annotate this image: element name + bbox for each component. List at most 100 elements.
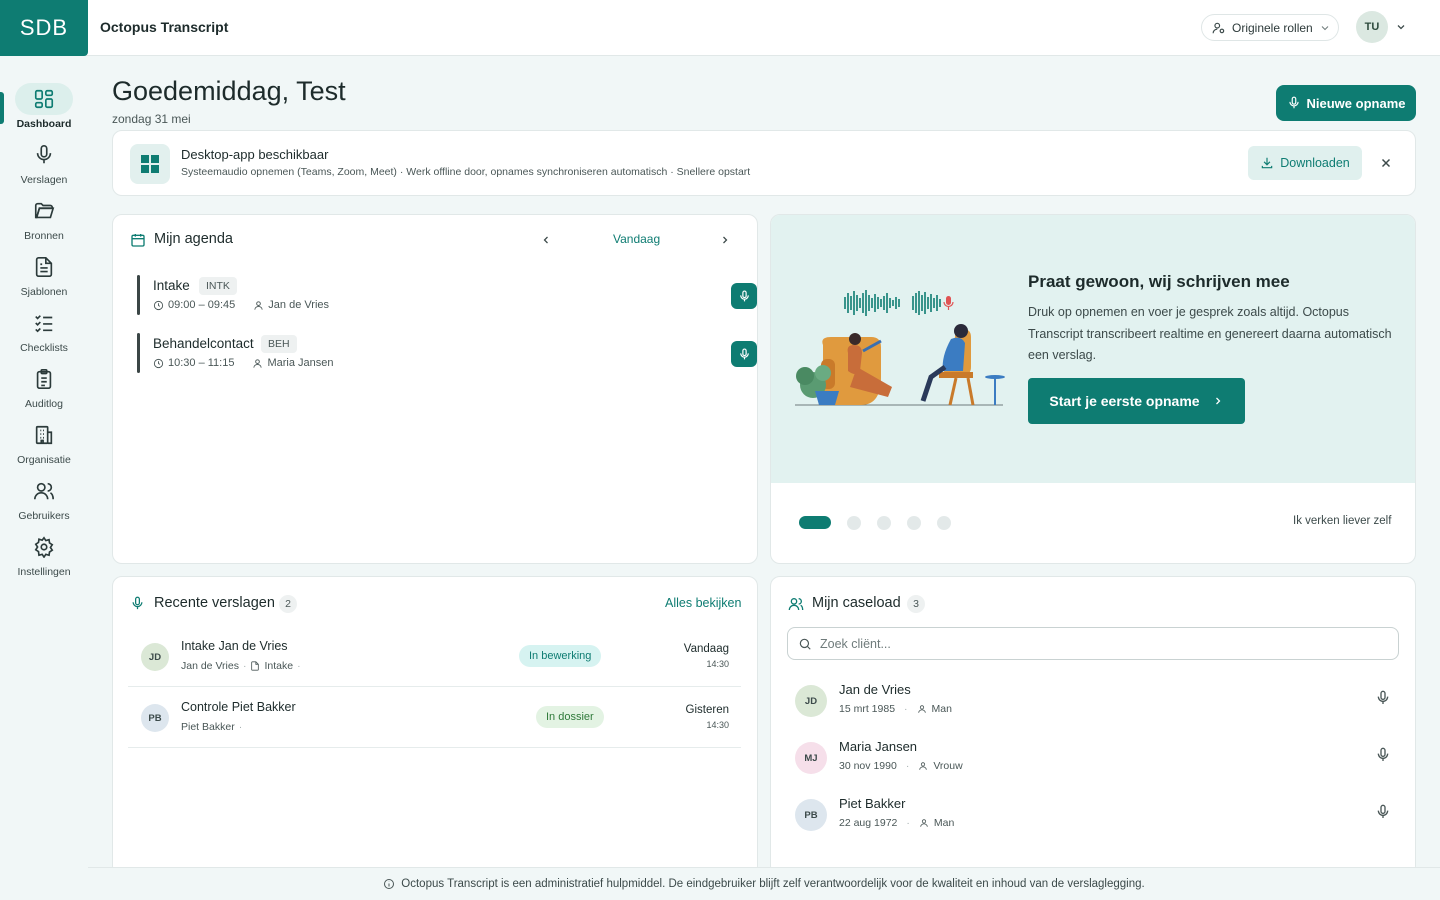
role-switcher-label: Originele rollen — [1232, 20, 1313, 35]
today-button[interactable]: Vandaag — [613, 232, 660, 246]
person-icon — [253, 358, 263, 368]
user-role-icon — [1212, 22, 1225, 33]
appointment-title: Behandelcontact — [153, 336, 254, 351]
sidebar-label: Gebruikers — [18, 510, 70, 522]
separator: · — [905, 760, 910, 772]
status-badge: In bewerking — [519, 645, 602, 667]
close-icon[interactable] — [1379, 156, 1393, 170]
appointment-client: Jan de Vries — [268, 299, 330, 311]
user-menu-chevron-icon[interactable] — [1395, 21, 1407, 33]
separator: · — [297, 660, 301, 672]
client-avatar: MJ — [795, 742, 827, 774]
client-name: Jan de Vries — [839, 682, 911, 697]
agenda-appointment[interactable]: Behandelcontact BEH 10:30 – 11:15 Maria … — [137, 333, 757, 375]
mic-icon[interactable] — [1375, 804, 1391, 820]
client-dob: 22 aug 1972 — [839, 817, 898, 829]
recent-reports-card: Recente verslagen 2 Alles bekijken JD In… — [112, 576, 758, 876]
download-label: Downloaden — [1280, 156, 1350, 170]
sidebar-item-verslagen[interactable]: Verslagen — [0, 139, 88, 195]
mic-icon — [15, 139, 73, 171]
user-avatar[interactable]: TU — [1356, 11, 1388, 43]
report-row[interactable]: PB Controle Piet Bakker Piet Bakker · In… — [128, 687, 741, 748]
mic-icon — [132, 596, 143, 610]
client-item[interactable]: JD Jan de Vries 15 mrt 1985 · Man — [795, 682, 1395, 726]
carousel-text: Druk op opnemen en voer je gesprek zoals… — [1028, 305, 1392, 362]
report-client: Piet Bakker — [181, 721, 235, 733]
start-first-recording-label: Start je eerste opname — [1049, 393, 1200, 409]
new-recording-button[interactable]: Nieuwe opname — [1276, 85, 1416, 121]
mic-icon[interactable] — [1375, 690, 1391, 706]
client-name: Maria Jansen — [839, 739, 918, 754]
sidebar: Dashboard Verslagen Bronnen Sjablonen Ch… — [0, 56, 88, 900]
carousel-dot[interactable] — [847, 516, 861, 530]
gear-icon — [15, 531, 73, 563]
logo[interactable]: SDB — [0, 0, 88, 56]
report-title: Controle Piet Bakker — [181, 700, 296, 714]
banner-description: Systeemaudio opnemen (Teams, Zoom, Meet)… — [181, 166, 751, 178]
client-search-input[interactable] — [820, 636, 1380, 651]
carousel-slide: Praat gewoon, wij schrijven mee Druk op … — [771, 215, 1415, 483]
mic-icon[interactable] — [1375, 747, 1391, 763]
recent-reports-title: Recente verslagen — [154, 595, 275, 611]
disclaimer-footer: Octopus Transcript is een administratief… — [88, 867, 1440, 900]
client-dob: 15 mrt 1985 — [839, 703, 896, 715]
sidebar-item-instellingen[interactable]: Instellingen — [0, 531, 88, 587]
user-initials: TU — [1364, 21, 1380, 33]
download-button[interactable]: Downloaden — [1248, 146, 1362, 180]
clipboard-icon — [15, 363, 73, 395]
separator: · — [238, 721, 243, 733]
carousel-dot-active[interactable] — [799, 516, 831, 529]
next-day-chevron-icon[interactable] — [719, 234, 731, 246]
role-switcher-button[interactable]: Originele rollen — [1201, 14, 1339, 41]
search-icon — [799, 638, 811, 650]
client-name: Piet Bakker — [839, 796, 906, 811]
sidebar-label: Organisatie — [17, 454, 71, 466]
checklist-icon — [15, 307, 73, 339]
appointment-client: Maria Jansen — [267, 357, 334, 369]
users-icon — [15, 475, 73, 507]
agenda-appointment[interactable]: Intake INTK 09:00 – 09:45 Jan de Vries — [137, 275, 757, 317]
chevron-right-icon — [1215, 397, 1220, 405]
caseload-card: Mijn caseload 3 JD Jan de Vries 15 mrt 1… — [770, 576, 1416, 876]
client-item[interactable]: PB Piet Bakker 22 aug 1972 · Man — [795, 796, 1395, 840]
agenda-title: Mijn agenda — [154, 231, 233, 247]
see-all-link[interactable]: Alles bekijken — [665, 596, 741, 610]
client-gender: Vrouw — [933, 760, 963, 772]
carousel-dot[interactable] — [907, 516, 921, 530]
client-meta: 15 mrt 1985 · Man — [839, 703, 952, 715]
sidebar-item-gebruikers[interactable]: Gebruikers — [0, 475, 88, 531]
record-appointment-button[interactable] — [731, 283, 757, 309]
windows-icon — [130, 144, 170, 184]
sidebar-item-sjablonen[interactable]: Sjablonen — [0, 251, 88, 307]
previous-day-chevron-icon[interactable] — [540, 234, 552, 246]
chevron-down-icon — [1321, 25, 1329, 30]
sidebar-item-organisatie[interactable]: Organisatie — [0, 419, 88, 475]
appointment-marker — [137, 275, 140, 315]
report-meta: Piet Bakker · — [181, 721, 242, 733]
sidebar-item-dashboard[interactable]: Dashboard — [0, 83, 88, 139]
caseload-title: Mijn caseload — [812, 595, 901, 611]
appointment-meta: 10:30 – 11:15 Maria Jansen — [153, 357, 334, 369]
appointment-meta: 09:00 – 09:45 Jan de Vries — [153, 299, 329, 311]
carousel-dot[interactable] — [937, 516, 951, 530]
sidebar-item-bronnen[interactable]: Bronnen — [0, 195, 88, 251]
client-avatar: PB — [795, 799, 827, 831]
separator: · — [242, 660, 247, 672]
client-meta: 22 aug 1972 · Man — [839, 817, 954, 829]
sidebar-label: Instellingen — [17, 566, 71, 578]
person-icon — [920, 819, 928, 827]
sidebar-label: Auditlog — [25, 398, 63, 410]
report-meta: Jan de Vries · Intake · — [181, 660, 301, 672]
mic-icon — [739, 347, 749, 359]
separator: · — [904, 703, 908, 715]
record-appointment-button[interactable] — [731, 341, 757, 367]
report-row[interactable]: JD Intake Jan de Vries Jan de Vries · In… — [128, 626, 741, 687]
skip-onboarding-link[interactable]: Ik verken liever zelf — [1293, 515, 1391, 527]
sidebar-item-auditlog[interactable]: Auditlog — [0, 363, 88, 419]
sidebar-item-checklists[interactable]: Checklists — [0, 307, 88, 363]
status-badge: In dossier — [536, 706, 604, 728]
client-search-field[interactable] — [787, 627, 1399, 660]
carousel-dot[interactable] — [877, 516, 891, 530]
start-first-recording-button[interactable]: Start je eerste opname — [1028, 378, 1245, 424]
client-item[interactable]: MJ Maria Jansen 30 nov 1990 · Vrouw — [795, 739, 1395, 783]
